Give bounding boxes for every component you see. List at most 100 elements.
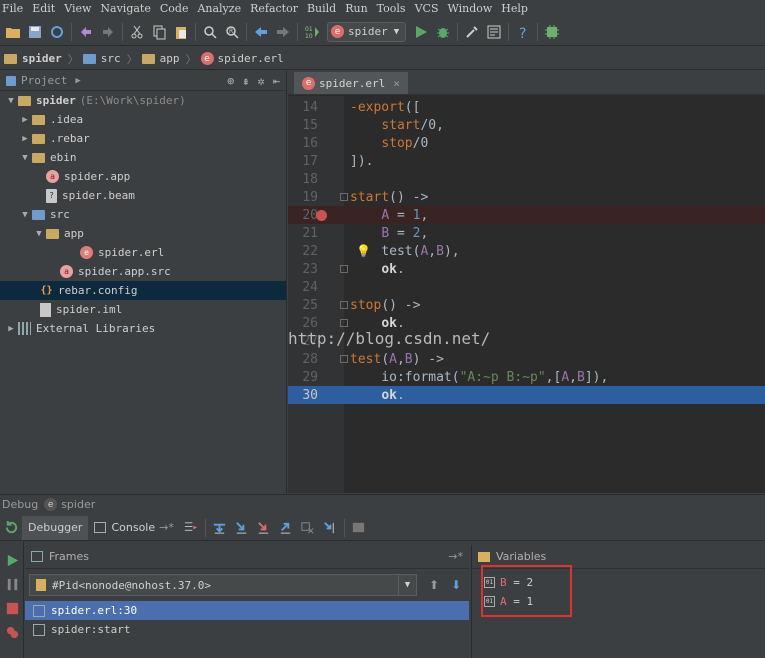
frame-row[interactable]: spider:start (25, 620, 469, 639)
tree-item-spider-erl[interactable]: e spider.erl (0, 243, 286, 262)
copy-icon[interactable] (148, 21, 170, 43)
force-step-into-icon[interactable] (253, 517, 275, 539)
menu-navigate[interactable]: Navigate (100, 2, 150, 15)
tree-item-ebin[interactable]: ▼ ebin (0, 148, 286, 167)
tree-item-app[interactable]: ▼ app (0, 224, 286, 243)
rerun-icon[interactable] (0, 517, 22, 539)
fold-marker-icon[interactable] (340, 193, 348, 201)
back-icon[interactable] (250, 21, 272, 43)
debug-config-label[interactable]: spider (61, 498, 95, 511)
tab-debugger[interactable]: Debugger (22, 515, 89, 540)
code-line-breakpoint[interactable]: 20 A = 1, (288, 206, 765, 224)
fold-marker-icon[interactable] (340, 265, 348, 273)
hide-icon[interactable]: ⇤ (273, 74, 280, 88)
locate-icon[interactable]: ⊕ (227, 74, 234, 88)
code-line[interactable]: 29 io:format("A:~p B:~p",[A,B]), (288, 368, 765, 386)
tree-item-idea[interactable]: ▶ .idea (0, 110, 286, 129)
help-icon[interactable]: ? (512, 21, 534, 43)
tree-item-spider-beam[interactable]: ? spider.beam (0, 186, 286, 205)
code-line[interactable]: 25 stop() -> (288, 296, 765, 314)
replace-icon[interactable]: R (221, 21, 243, 43)
step-into-icon[interactable] (231, 517, 253, 539)
tree-item-spider-app-src[interactable]: a spider.app.src (0, 262, 286, 281)
forward-icon[interactable] (272, 21, 294, 43)
menu-refactor[interactable]: Refactor (250, 2, 298, 15)
expand-arrow-icon[interactable]: ▼ (32, 229, 46, 239)
close-icon[interactable]: × (393, 77, 400, 90)
expand-arrow-icon[interactable]: ▶ (18, 134, 32, 144)
expand-arrow-icon[interactable]: ▼ (18, 210, 32, 220)
tree-item-rebar-config[interactable]: {} rebar.config (0, 281, 286, 300)
drop-frame-icon[interactable] (297, 517, 319, 539)
code-line[interactable]: 21 B = 2, (288, 224, 765, 242)
cut-icon[interactable] (126, 21, 148, 43)
run-config-select[interactable]: e spider ▼ (327, 21, 407, 42)
expand-arrow-icon[interactable]: ▼ (18, 153, 32, 163)
expand-arrow-icon[interactable]: ▼ (4, 96, 18, 106)
breadcrumb-item-file[interactable]: e spider.erl (200, 52, 284, 65)
arrow-down-icon[interactable]: ⬇ (451, 578, 461, 592)
code-line[interactable]: 18 (288, 170, 765, 188)
tree-item-spider[interactable]: ▼ spider (E:\Work\spider) (0, 91, 286, 110)
code-line[interactable]: 19 start() -> (288, 188, 765, 206)
run-to-cursor-icon[interactable] (319, 517, 341, 539)
expand-arrow-icon[interactable]: ▶ (18, 115, 32, 125)
arrow-up-icon[interactable]: ⬆ (429, 578, 439, 592)
frame-row[interactable]: spider.erl:30 (25, 601, 469, 620)
menu-view[interactable]: View (64, 2, 91, 15)
menu-window[interactable]: Window (447, 2, 492, 15)
menu-tools[interactable]: Tools (377, 2, 406, 15)
fold-marker-icon[interactable] (340, 355, 348, 363)
tree-item-rebar[interactable]: ▶ .rebar (0, 129, 286, 148)
step-out-icon[interactable] (275, 517, 297, 539)
code-line[interactable]: 23 ok. (288, 260, 765, 278)
step-over-icon[interactable] (209, 517, 231, 539)
breadcrumb-item-src[interactable]: src 〉 (82, 51, 138, 67)
menu-analyze[interactable]: Analyze (197, 2, 241, 15)
resume-icon[interactable] (1, 549, 23, 571)
pin-icon[interactable]: →* (159, 521, 174, 534)
chevron-right-icon[interactable]: ▶ (75, 76, 80, 86)
find-icon[interactable] (199, 21, 221, 43)
fold-marker-icon[interactable] (340, 319, 348, 327)
code-line[interactable]: 22 💡 test(A,B), (288, 242, 765, 260)
code-line[interactable]: 17]). (288, 152, 765, 170)
tab-spider-erl[interactable]: e spider.erl × (294, 72, 408, 94)
show-execution-point-icon[interactable] (180, 517, 202, 539)
breadcrumb-item-app[interactable]: app 〉 (141, 51, 197, 67)
project-structure-icon[interactable] (483, 21, 505, 43)
build-icon[interactable]: 01 10 (301, 21, 323, 43)
debug-icon[interactable] (432, 21, 454, 43)
menu-file[interactable]: File (2, 2, 23, 15)
settings-icon[interactable] (461, 21, 483, 43)
sync-icon[interactable] (46, 21, 68, 43)
open-folder-icon[interactable] (2, 21, 24, 43)
code-line[interactable]: 15 start/0, (288, 116, 765, 134)
menu-help[interactable]: Help (501, 2, 528, 15)
tree-item-spider-iml[interactable]: spider.iml (0, 300, 286, 319)
save-icon[interactable] (24, 21, 46, 43)
code-line[interactable]: 14 -export([ (288, 98, 765, 116)
tree-item-spider-app[interactable]: a spider.app (0, 167, 286, 186)
pause-icon[interactable] (1, 573, 23, 595)
menu-code[interactable]: Code (160, 2, 189, 15)
code-line[interactable]: 24 (288, 278, 765, 296)
run-icon[interactable] (410, 21, 432, 43)
code-line[interactable]: 16 stop/0 (288, 134, 765, 152)
code-line[interactable]: 28 test(A,B) -> (288, 350, 765, 368)
expand-arrow-icon[interactable]: ▶ (4, 324, 18, 334)
undo-icon[interactable] (75, 21, 97, 43)
tab-console[interactable]: Console →* (88, 516, 179, 540)
project-panel-title[interactable]: Project (21, 74, 67, 87)
breadcrumb-item-project[interactable]: spider 〉 (4, 51, 79, 67)
menu-vcs[interactable]: VCS (415, 2, 439, 15)
menu-run[interactable]: Run (345, 2, 367, 15)
menu-edit[interactable]: Edit (32, 2, 55, 15)
breakpoint-icon[interactable] (316, 209, 327, 221)
collapse-icon[interactable]: ⇞ (242, 74, 249, 88)
menu-build[interactable]: Build (307, 2, 336, 15)
redo-icon[interactable] (97, 21, 119, 43)
gear-icon[interactable]: ✲ (258, 74, 265, 88)
pin-icon[interactable]: →* (448, 550, 463, 563)
evaluate-icon[interactable] (348, 517, 370, 539)
